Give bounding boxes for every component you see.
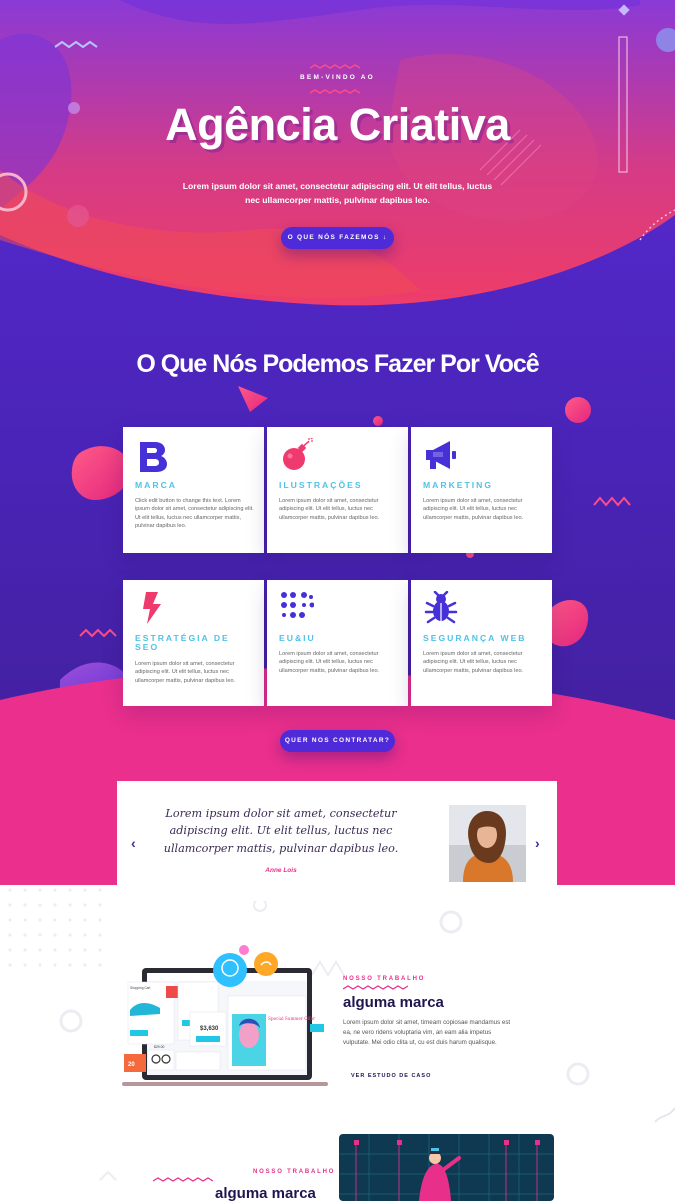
hero-eyebrow: BEM-VINDO AO xyxy=(300,74,375,81)
service-text: Lorem ipsum dolor sit amet, consectetur … xyxy=(135,661,236,684)
squiggle-decoration xyxy=(310,64,361,69)
service-text: Lorem ipsum dolor sit amet, consectetur … xyxy=(279,498,380,521)
testimonial-avatar xyxy=(449,805,526,882)
chevron-right-icon[interactable]: › xyxy=(535,835,540,851)
services-title: O Que Nós Podemos Fazer Por Você xyxy=(136,350,539,378)
bug-icon xyxy=(424,591,458,624)
dots-grid-icon xyxy=(281,592,314,618)
squiggle-decoration xyxy=(310,89,361,94)
mockup-tag: 20 xyxy=(128,1062,135,1068)
service-title: MARKETING xyxy=(423,480,494,490)
portfolio-label: NOSSO TRABALHO xyxy=(253,1169,336,1175)
service-title: ILUSTRAÇÕES xyxy=(279,480,363,490)
laptop-mockup: Shopping Cart $3,630 Special Summer Offe… xyxy=(122,945,328,1086)
mockup-shop-label: Shopping Cart xyxy=(130,986,150,990)
portfolio-title: alguma marca xyxy=(215,1185,316,1202)
hero-title: Agência Criativa xyxy=(165,99,510,150)
chevron-left-icon[interactable]: ‹ xyxy=(131,835,136,851)
hero-text: Lorem ipsum dolor sit amet, consectetur … xyxy=(182,181,493,205)
portfolio-illustration xyxy=(339,1134,554,1201)
what-we-do-button[interactable]: O QUE NÓS FAZEMOS ↓ xyxy=(281,227,394,249)
hire-us-button[interactable]: QUER NOS CONTRATAR? xyxy=(280,730,395,752)
service-card-seo: ESTRATÉGIA DE SEO Lorem ipsum dolor sit … xyxy=(123,580,264,706)
portfolio-title: alguma marca xyxy=(343,994,444,1011)
view-case-study-link[interactable]: VER ESTUDO DE CASO xyxy=(351,1073,431,1079)
brand-b-icon xyxy=(140,442,167,472)
service-title: MARCA xyxy=(135,480,177,490)
squiggle-decoration xyxy=(343,985,409,990)
service-text: Lorem ipsum dolor sit amet, consectetur … xyxy=(423,498,524,521)
lightning-icon xyxy=(143,592,161,624)
service-text: Lorem ipsum dolor sit amet, consectetur … xyxy=(423,651,524,674)
megaphone-icon xyxy=(426,441,456,469)
service-card-web-security: SEGURANÇA WEB Lorem ipsum dolor sit amet… xyxy=(411,580,552,706)
service-card-brand: MARCA Click edit button to change this t… xyxy=(123,427,264,553)
service-title: EU&IU xyxy=(279,633,316,643)
service-text: Click edit button to change this text. L… xyxy=(135,498,254,530)
testimonial-quote: Lorem ipsum dolor sit amet, consectetur … xyxy=(163,807,399,855)
service-text: Lorem ipsum dolor sit amet, consectetur … xyxy=(279,651,380,674)
mockup-price-small: $29.00 xyxy=(154,1045,164,1049)
bomb-icon xyxy=(283,438,313,470)
service-card-marketing: MARKETING Lorem ipsum dolor sit amet, co… xyxy=(411,427,552,553)
service-title: SEGURANÇA WEB xyxy=(423,633,527,643)
service-title: ESTRATÉGIA DE SEO xyxy=(135,633,230,653)
service-card-ux-ui: EU&IU Lorem ipsum dolor sit amet, consec… xyxy=(267,580,408,706)
mockup-price: $3,630 xyxy=(200,1026,219,1032)
portfolio-label: NOSSO TRABALHO xyxy=(343,976,426,982)
testimonial-author: Anne Lois xyxy=(265,867,297,874)
service-card-illustrations: ILUSTRAÇÕES Lorem ipsum dolor sit amet, … xyxy=(267,427,408,553)
mockup-promo-title: Special Summer Offer xyxy=(268,1016,315,1021)
portfolio-text: Lorem ipsum dolor sit amet, timeam copio… xyxy=(343,1019,511,1046)
testimonial-card: ‹ Lorem ipsum dolor sit amet, consectetu… xyxy=(117,781,557,901)
squiggle-decoration xyxy=(153,1177,214,1182)
